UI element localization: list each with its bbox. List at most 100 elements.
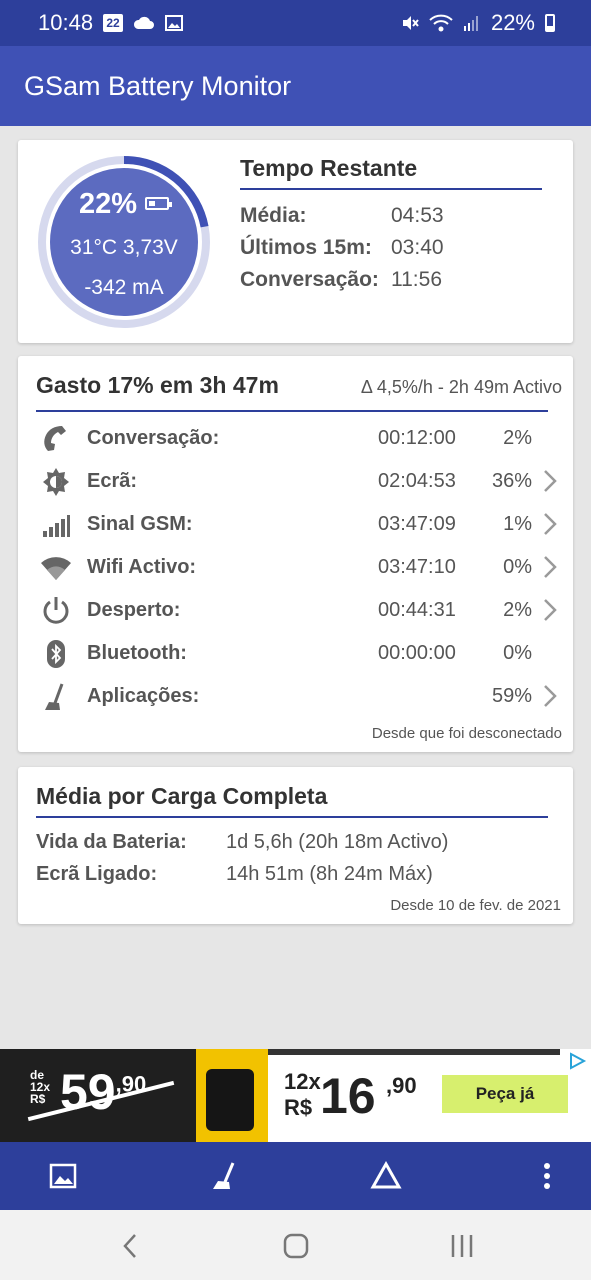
- ad-choices-icon[interactable]: [567, 1051, 587, 1071]
- system-nav-bar: [0, 1210, 591, 1280]
- remaining-value: 11:56: [391, 268, 442, 291]
- calendar-icon: 22: [103, 14, 124, 32]
- ad-currency: R$: [284, 1095, 313, 1120]
- ad-old-prefix: de 12x R$: [30, 1068, 51, 1106]
- full-charge-card: Média por Carga Completa Vida da Bateria…: [18, 767, 573, 924]
- remaining-label: Média:: [240, 204, 307, 227]
- full-charge-footer: Desde 10 de fev. de 2021: [390, 897, 561, 914]
- wifi-icon: [41, 557, 71, 580]
- bluetooth-icon: [47, 640, 65, 668]
- usage-percent: 0%: [503, 642, 532, 664]
- remaining-row: Últimos 15m: 03:40: [240, 236, 444, 260]
- phone-icon: [44, 426, 66, 451]
- apps-broom-icon: [45, 683, 64, 710]
- usage-time: 00:44:31: [378, 599, 456, 621]
- status-bar: 10:48 22 22%: [0, 0, 591, 46]
- usage-percent: 59%: [491, 685, 532, 707]
- usage-label: Ecrã:: [87, 470, 138, 492]
- usage-percent: 36%: [491, 470, 532, 492]
- recents-icon[interactable]: [447, 1232, 477, 1260]
- usage-label: Wifi Activo:: [87, 556, 197, 578]
- home-icon[interactable]: [281, 1232, 311, 1260]
- ad-old-price-value: 59: [60, 1064, 116, 1120]
- usage-row-sinal-gsm[interactable]: Sinal GSM: 03:47:09 1%: [40, 505, 570, 545]
- more-vert-icon[interactable]: [531, 1160, 563, 1192]
- usage-time: 00:12:00: [378, 427, 456, 449]
- mute-icon: [402, 16, 419, 30]
- remaining-value: 04:53: [391, 204, 444, 227]
- status-right: 22%: [401, 10, 555, 36]
- battery-icon: [545, 14, 555, 32]
- status-left: 10:48 22: [38, 10, 184, 36]
- usage-card: Gasto 17% em 3h 47m Δ 4,5%/h - 2h 49m Ac…: [18, 356, 573, 752]
- wifi-icon: [429, 14, 453, 32]
- full-charge-label: Ecrã Ligado:: [36, 863, 158, 885]
- gauge-text: 22% 31°C 3,73V -342 mA: [36, 154, 212, 330]
- back-icon[interactable]: [116, 1232, 146, 1260]
- image-icon[interactable]: [47, 1160, 79, 1192]
- full-charge-title: Média por Carga Completa: [36, 783, 548, 818]
- bottom-toolbar: [0, 1142, 591, 1210]
- gauge-percent: 22%: [78, 188, 138, 220]
- power-icon: [43, 597, 69, 624]
- remaining-label: Conversação:: [240, 268, 379, 291]
- cloud-icon: [134, 16, 155, 29]
- usage-row-ecra[interactable]: Ecrã: 02:04:53 36%: [40, 462, 570, 502]
- ad-stripe: [268, 1049, 560, 1055]
- usage-header: Gasto 17% em 3h 47m Δ 4,5%/h - 2h 49m Ac…: [36, 372, 562, 412]
- full-charge-value: 14h 51m (8h 24m Máx): [226, 863, 433, 885]
- chevron-right-icon[interactable]: [542, 554, 558, 580]
- usage-row-wifi[interactable]: Wifi Activo: 03:47:10 0%: [40, 548, 570, 588]
- ad-product-image: [196, 1049, 268, 1142]
- gauge-temp-voltage: 31°C 3,73V: [70, 236, 178, 259]
- usage-footer: Desde que foi desconectado: [371, 725, 562, 742]
- full-charge-row: Ecrã Ligado: 14h 51m (8h 24m Máx): [36, 863, 433, 886]
- battery-gauge[interactable]: 22% 31°C 3,73V -342 mA: [36, 154, 212, 330]
- full-charge-value: 1d 5,6h (20h 18m Activo): [226, 831, 449, 853]
- remaining-label: Últimos 15m:: [240, 236, 372, 259]
- usage-label: Aplicações:: [87, 685, 200, 707]
- usage-percent: 2%: [503, 599, 532, 621]
- usage-percent: 0%: [503, 556, 532, 578]
- full-charge-row: Vida da Bateria: 1d 5,6h (20h 18m Activo): [36, 831, 448, 854]
- ad-product-device: [206, 1069, 254, 1131]
- brightness-icon: [43, 468, 69, 496]
- delta-icon[interactable]: [370, 1160, 402, 1192]
- remaining-row: Conversação: 11:56: [240, 268, 442, 292]
- ad-new-cents: ,90: [386, 1073, 417, 1098]
- battery-icon: [145, 197, 173, 210]
- remaining-title: Tempo Restante: [240, 155, 542, 190]
- usage-time: 02:04:53: [378, 470, 456, 492]
- ad-banner[interactable]: de 12x R$ 59,90 12x R$ 16 ,90 Peça já: [0, 1049, 591, 1142]
- chevron-right-icon[interactable]: [542, 511, 558, 537]
- ad-cta-button[interactable]: Peça já: [442, 1075, 568, 1113]
- usage-percent: 2%: [503, 427, 532, 449]
- status-battery-text: 22%: [490, 10, 535, 35]
- usage-time: 00:00:00: [378, 642, 456, 664]
- usage-label: Desperto:: [87, 599, 181, 621]
- ad-new-price-value: 16: [320, 1068, 376, 1124]
- broom-icon[interactable]: [208, 1160, 240, 1192]
- app-bar: GSam Battery Monitor: [0, 46, 591, 126]
- signal-icon: [463, 16, 478, 31]
- chevron-right-icon[interactable]: [542, 468, 558, 494]
- status-time: 10:48: [38, 10, 94, 35]
- chevron-right-icon[interactable]: [542, 683, 558, 709]
- usage-row-aplicacoes[interactable]: Aplicações: 59%: [40, 677, 570, 717]
- usage-row-conversacao: Conversação: 00:12:00 2%: [40, 419, 570, 459]
- signal-bars-icon: [43, 515, 70, 537]
- chevron-right-icon[interactable]: [542, 597, 558, 623]
- usage-row-bluetooth: Bluetooth: 00:00:00 0%: [40, 634, 570, 674]
- usage-label: Conversação:: [87, 427, 220, 449]
- usage-rate: Δ 4,5%/h - 2h 49m Activo: [360, 377, 562, 397]
- remaining-time-card[interactable]: 22% 31°C 3,73V -342 mA Tempo Restante Mé…: [18, 140, 573, 343]
- gauge-percent-row: 22%: [36, 188, 212, 221]
- usage-time: 03:47:10: [378, 556, 456, 578]
- usage-label: Sinal GSM:: [87, 513, 193, 535]
- app-title: GSam Battery Monitor: [24, 70, 292, 101]
- usage-time: 03:47:09: [378, 513, 456, 535]
- usage-row-desperto[interactable]: Desperto: 00:44:31 2%: [40, 591, 570, 631]
- usage-title: Gasto 17% em 3h 47m: [36, 372, 279, 398]
- ad-installments: 12x: [284, 1069, 321, 1094]
- remaining-row: Média: 04:53: [240, 204, 444, 228]
